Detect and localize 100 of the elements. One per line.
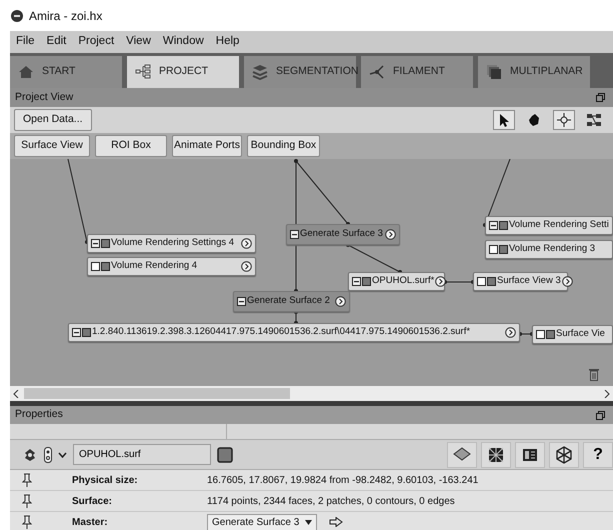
node-label: Volume Rendering Setti <box>509 218 609 232</box>
open-data-button[interactable]: Open Data... <box>14 109 92 131</box>
data-square-icon <box>546 330 555 339</box>
property-label: Surface: <box>71 494 114 508</box>
port-menu-icon[interactable] <box>385 229 396 240</box>
window-title: Amira - zoi.hx <box>29 8 102 24</box>
tab[interactable]: PROJECT <box>127 56 239 88</box>
module-node[interactable]: Volume Rendering 4 <box>87 257 256 276</box>
visibility-toggle-icon <box>536 330 545 339</box>
node-label: 1.2.840.113619.2.398.3.12604417.975.1490601536.2.surf\04417.975.1490601536.2.surf* <box>92 325 472 340</box>
chevron-icon[interactable] <box>58 452 67 458</box>
module-node[interactable]: Volume Rendering Settings 4 <box>87 234 256 253</box>
node-label: Generate Surface 3 <box>300 227 384 242</box>
scroll-right-icon[interactable] <box>604 390 610 398</box>
toolbar-button[interactable] <box>447 442 477 468</box>
help-button[interactable]: ? <box>583 442 613 468</box>
pin-icon[interactable] <box>22 515 32 529</box>
collapse-icon <box>72 328 81 337</box>
port-menu-icon[interactable] <box>562 276 573 287</box>
module-button[interactable]: Animate Ports <box>172 135 242 157</box>
data-square-icon <box>101 239 110 248</box>
menu-item[interactable]: Window <box>162 33 204 51</box>
tool-button[interactable] <box>553 110 575 130</box>
collapse-icon <box>489 221 498 230</box>
collapse-icon <box>237 297 246 306</box>
module-button[interactable]: Surface View <box>14 135 90 157</box>
trash-icon[interactable] <box>588 367 600 381</box>
restore-icon[interactable] <box>596 93 605 102</box>
node-label: Volume Rendering 4 <box>111 259 198 274</box>
node-label: OPUHOL.surf* <box>372 274 434 288</box>
dropdown-value: Generate Surface 3 <box>212 516 300 530</box>
module-node[interactable]: Surface Vie <box>532 325 613 344</box>
node-label: Surface View 3 <box>497 274 561 288</box>
tab[interactable]: FILAMENT <box>361 56 473 88</box>
data-square-icon <box>487 277 496 286</box>
caret-icon <box>305 520 312 524</box>
node-label: Volume Rendering 3 <box>509 242 596 256</box>
mesh-icon <box>487 446 505 464</box>
port-menu-icon[interactable] <box>241 261 252 272</box>
menu-item[interactable]: Project <box>78 33 114 51</box>
node-label: Generate Surface 2 <box>247 294 331 308</box>
toolbar-button[interactable] <box>549 442 579 468</box>
collapse-icon <box>91 239 100 248</box>
toolbar-button[interactable] <box>515 442 545 468</box>
data-square-icon <box>101 262 110 271</box>
menu-item[interactable]: File <box>16 33 35 51</box>
pin-icon[interactable] <box>22 473 32 487</box>
property-value: 1174 points, 2344 faces, 2 patches, 0 contours, 0 edges <box>207 494 455 508</box>
panel-title: Properties <box>15 407 63 422</box>
tab[interactable]: START <box>10 56 122 88</box>
layers-icon <box>252 64 268 80</box>
module-node[interactable]: Volume Rendering Setti <box>485 216 613 235</box>
tree-icon <box>135 64 151 80</box>
graph-icon <box>556 112 572 128</box>
property-value: 16.7605, 17.8067, 19.9824 from -98.2482, 9.60103, -163.241 <box>207 474 478 488</box>
property-label: Physical size: <box>71 474 139 488</box>
property-label: Master: <box>71 516 109 530</box>
visibility-toggle-icon <box>91 262 100 271</box>
branch-icon <box>369 64 385 80</box>
tool-button[interactable] <box>493 110 515 130</box>
module-node[interactable]: OPUHOL.surf* <box>348 272 445 291</box>
surface-icon <box>453 446 471 464</box>
module-node[interactable]: Volume Rendering 3 <box>485 240 613 259</box>
master-dropdown[interactable]: Generate Surface 3 <box>207 514 318 530</box>
data-square-icon <box>499 245 508 254</box>
object-name-field[interactable]: OPUHOL.surf <box>73 444 211 465</box>
stacked-planes-icon <box>486 64 502 80</box>
data-square-icon <box>82 328 91 337</box>
visibility-toggle-icon <box>477 277 486 286</box>
module-node[interactable]: 1.2.840.113619.2.398.3.12604417.975.1490601536.2.surf\04417.975.1490601536.2.surf* <box>68 323 520 342</box>
scroll-left-icon[interactable] <box>13 390 19 398</box>
app-logo-icon <box>11 10 23 22</box>
module-button[interactable]: ROI Box <box>95 135 167 157</box>
module-node[interactable]: Generate Surface 3 <box>286 224 400 245</box>
tab[interactable]: MULTIPLANAR <box>478 56 590 88</box>
module-node[interactable]: Generate Surface 2 <box>233 291 350 312</box>
network-icon <box>555 446 573 464</box>
menu-item[interactable]: View <box>126 33 151 51</box>
port-menu-icon[interactable] <box>435 276 446 287</box>
lock-toggle-icon[interactable] <box>44 446 52 462</box>
color-swatch[interactable] <box>217 446 233 462</box>
data-square-icon <box>499 221 508 230</box>
restore-icon[interactable] <box>596 410 605 420</box>
home-icon <box>18 64 34 80</box>
port-menu-icon[interactable] <box>241 238 252 249</box>
node-label: Volume Rendering Settings 4 <box>111 236 236 250</box>
collapse-icon <box>290 230 299 239</box>
port-menu-icon[interactable] <box>505 327 516 338</box>
menu-item[interactable]: Edit <box>46 33 66 51</box>
menu-item[interactable]: Help <box>216 33 240 51</box>
module-button[interactable]: Bounding Box <box>247 135 320 157</box>
panel-title: Project View <box>15 90 74 105</box>
arrow-right-icon[interactable] <box>329 517 344 527</box>
pin-icon[interactable] <box>22 494 32 508</box>
data-square-icon <box>362 277 371 286</box>
tab[interactable]: SEGMENTATION <box>244 56 356 88</box>
port-menu-icon[interactable] <box>335 296 346 307</box>
scrollbar-thumb[interactable] <box>24 388 290 399</box>
toolbar-button[interactable] <box>481 442 511 468</box>
collapse-icon <box>352 277 361 286</box>
